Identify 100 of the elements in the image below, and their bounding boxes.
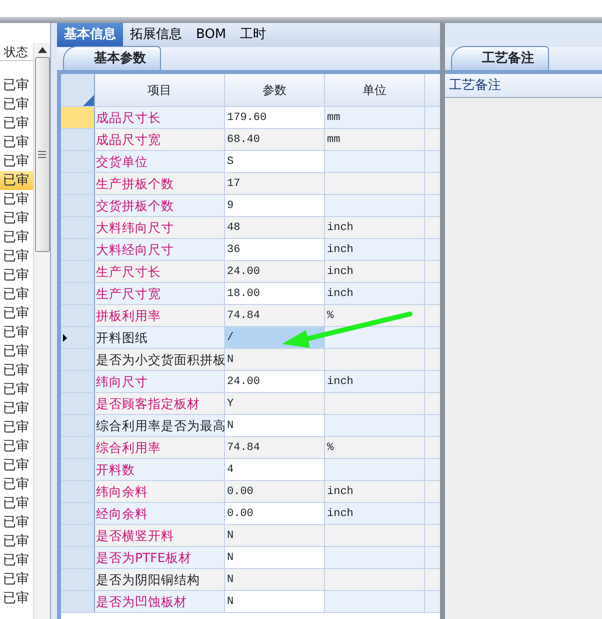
list-item[interactable]: 已审 — [0, 209, 33, 228]
row-header[interactable] — [61, 569, 95, 590]
row-header[interactable] — [61, 283, 95, 304]
table-cell[interactable]: 24.00 — [225, 261, 325, 282]
list-item[interactable]: 已审 — [0, 551, 33, 570]
table-cell: 生产拼板个数 — [95, 173, 225, 194]
sub-tab[interactable]: 基本参数 — [63, 46, 161, 70]
table-cell: mm — [325, 107, 425, 128]
list-item[interactable]: 已审 — [0, 380, 33, 399]
table-cell[interactable]: N — [225, 349, 325, 370]
list-item[interactable]: 已审 — [0, 361, 33, 380]
corner-icon — [83, 95, 94, 106]
list-item[interactable]: 已审 — [0, 342, 33, 361]
list-item[interactable]: 已审 — [0, 437, 33, 456]
table-cell[interactable]: 179.60 — [225, 107, 325, 128]
list-item[interactable]: 已审 — [0, 190, 33, 209]
row-header[interactable] — [61, 525, 95, 546]
row-header[interactable] — [61, 415, 95, 436]
scroll-up-icon[interactable] — [38, 47, 46, 53]
list-item[interactable]: 已审 — [0, 304, 33, 323]
table-cell[interactable]: 74.84 — [225, 437, 325, 458]
tab[interactable]: 工时 — [233, 23, 274, 47]
column-header[interactable]: 参数 — [225, 74, 325, 106]
table-cell[interactable]: 9 — [225, 195, 325, 216]
tab[interactable]: 拓展信息 — [123, 23, 189, 47]
grip-icon — [38, 151, 46, 158]
table-cell: mm — [325, 129, 425, 150]
table-cell[interactable]: N — [225, 591, 325, 612]
row-header[interactable] — [61, 173, 95, 194]
row-header[interactable] — [61, 437, 95, 458]
table-cell[interactable]: 4 — [225, 459, 325, 480]
table-cell: 拼板利用率 — [95, 305, 225, 326]
current-row-icon — [63, 334, 67, 342]
list-item[interactable]: 已审 — [0, 532, 33, 551]
list-item[interactable]: 已审 — [0, 285, 33, 304]
notes-area[interactable] — [445, 98, 602, 619]
column-header[interactable]: 单位 — [325, 74, 425, 106]
table-cell[interactable]: 24.00 — [225, 371, 325, 392]
table-cell[interactable]: 0.00 — [225, 503, 325, 524]
table-cell: 是否横竖开料 — [95, 525, 225, 546]
row-header[interactable] — [61, 481, 95, 502]
column-header[interactable]: 项目 — [95, 74, 225, 106]
row-header[interactable] — [61, 129, 95, 150]
row-header[interactable] — [61, 393, 95, 414]
table-cell[interactable]: N — [225, 547, 325, 568]
row-header[interactable] — [61, 107, 95, 128]
list-item[interactable]: 已审 — [0, 399, 33, 418]
row-header[interactable] — [61, 305, 95, 326]
list-item[interactable]: 已审 — [0, 76, 33, 95]
list-item[interactable]: 已审 — [0, 152, 33, 171]
sub-tab[interactable]: 工艺备注 — [451, 46, 549, 70]
list-item[interactable]: 已审 — [0, 266, 33, 285]
row-header[interactable] — [61, 503, 95, 524]
table-cell[interactable]: 36 — [225, 239, 325, 260]
list-item[interactable]: 已审 — [0, 570, 33, 589]
tab[interactable]: 基本信息 — [57, 23, 123, 47]
list-item[interactable]: 已审 — [0, 95, 33, 114]
list-item[interactable]: 已审 — [0, 418, 33, 437]
list-item[interactable]: 已审 — [0, 171, 33, 190]
row-header[interactable] — [61, 195, 95, 216]
row-header[interactable] — [61, 591, 95, 612]
table-cell[interactable]: N — [225, 569, 325, 590]
row-header[interactable] — [61, 327, 95, 348]
row-header[interactable] — [61, 151, 95, 172]
list-item[interactable]: 已审 — [0, 456, 33, 475]
table-cell: 纬向余料 — [95, 481, 225, 502]
table-cell[interactable]: 74.84 — [225, 305, 325, 326]
table-cell: inch — [325, 217, 425, 238]
table-cell[interactable]: N — [225, 415, 325, 436]
list-item[interactable]: 已审 — [0, 247, 33, 266]
panel-header: 工艺备注 — [445, 74, 602, 98]
table-cell: 生产尺寸长 — [95, 261, 225, 282]
list-item[interactable]: 已审 — [0, 323, 33, 342]
row-header[interactable] — [61, 239, 95, 260]
list-item[interactable]: 已审 — [0, 494, 33, 513]
table-cell[interactable]: 17 — [225, 173, 325, 194]
table-cell[interactable]: Y — [225, 393, 325, 414]
row-header[interactable] — [61, 349, 95, 370]
table-cell: inch — [325, 371, 425, 392]
table-cell[interactable]: S — [225, 151, 325, 172]
row-header[interactable] — [61, 459, 95, 480]
table-cell[interactable]: 0.00 — [225, 481, 325, 502]
row-header[interactable] — [61, 547, 95, 568]
row-header[interactable] — [61, 371, 95, 392]
list-item[interactable]: 已审 — [0, 589, 33, 608]
list-item[interactable]: 已审 — [0, 513, 33, 532]
scroll-thumb[interactable] — [34, 57, 50, 252]
table-cell: 是否为小交货面积拼板 — [95, 349, 225, 370]
tab[interactable]: BOM — [189, 23, 234, 47]
table-cell[interactable]: N — [225, 525, 325, 546]
table-cell[interactable]: 18.00 — [225, 283, 325, 304]
list-item[interactable]: 已审 — [0, 475, 33, 494]
list-item[interactable]: 已审 — [0, 228, 33, 247]
table-cell[interactable]: 68.40 — [225, 129, 325, 150]
row-header[interactable] — [61, 261, 95, 282]
list-item[interactable]: 已审 — [0, 133, 33, 152]
table-cell: 是否为阴阳铜结构 — [95, 569, 225, 590]
table-cell[interactable]: 48 — [225, 217, 325, 238]
list-item[interactable]: 已审 — [0, 114, 33, 133]
row-header[interactable] — [61, 217, 95, 238]
